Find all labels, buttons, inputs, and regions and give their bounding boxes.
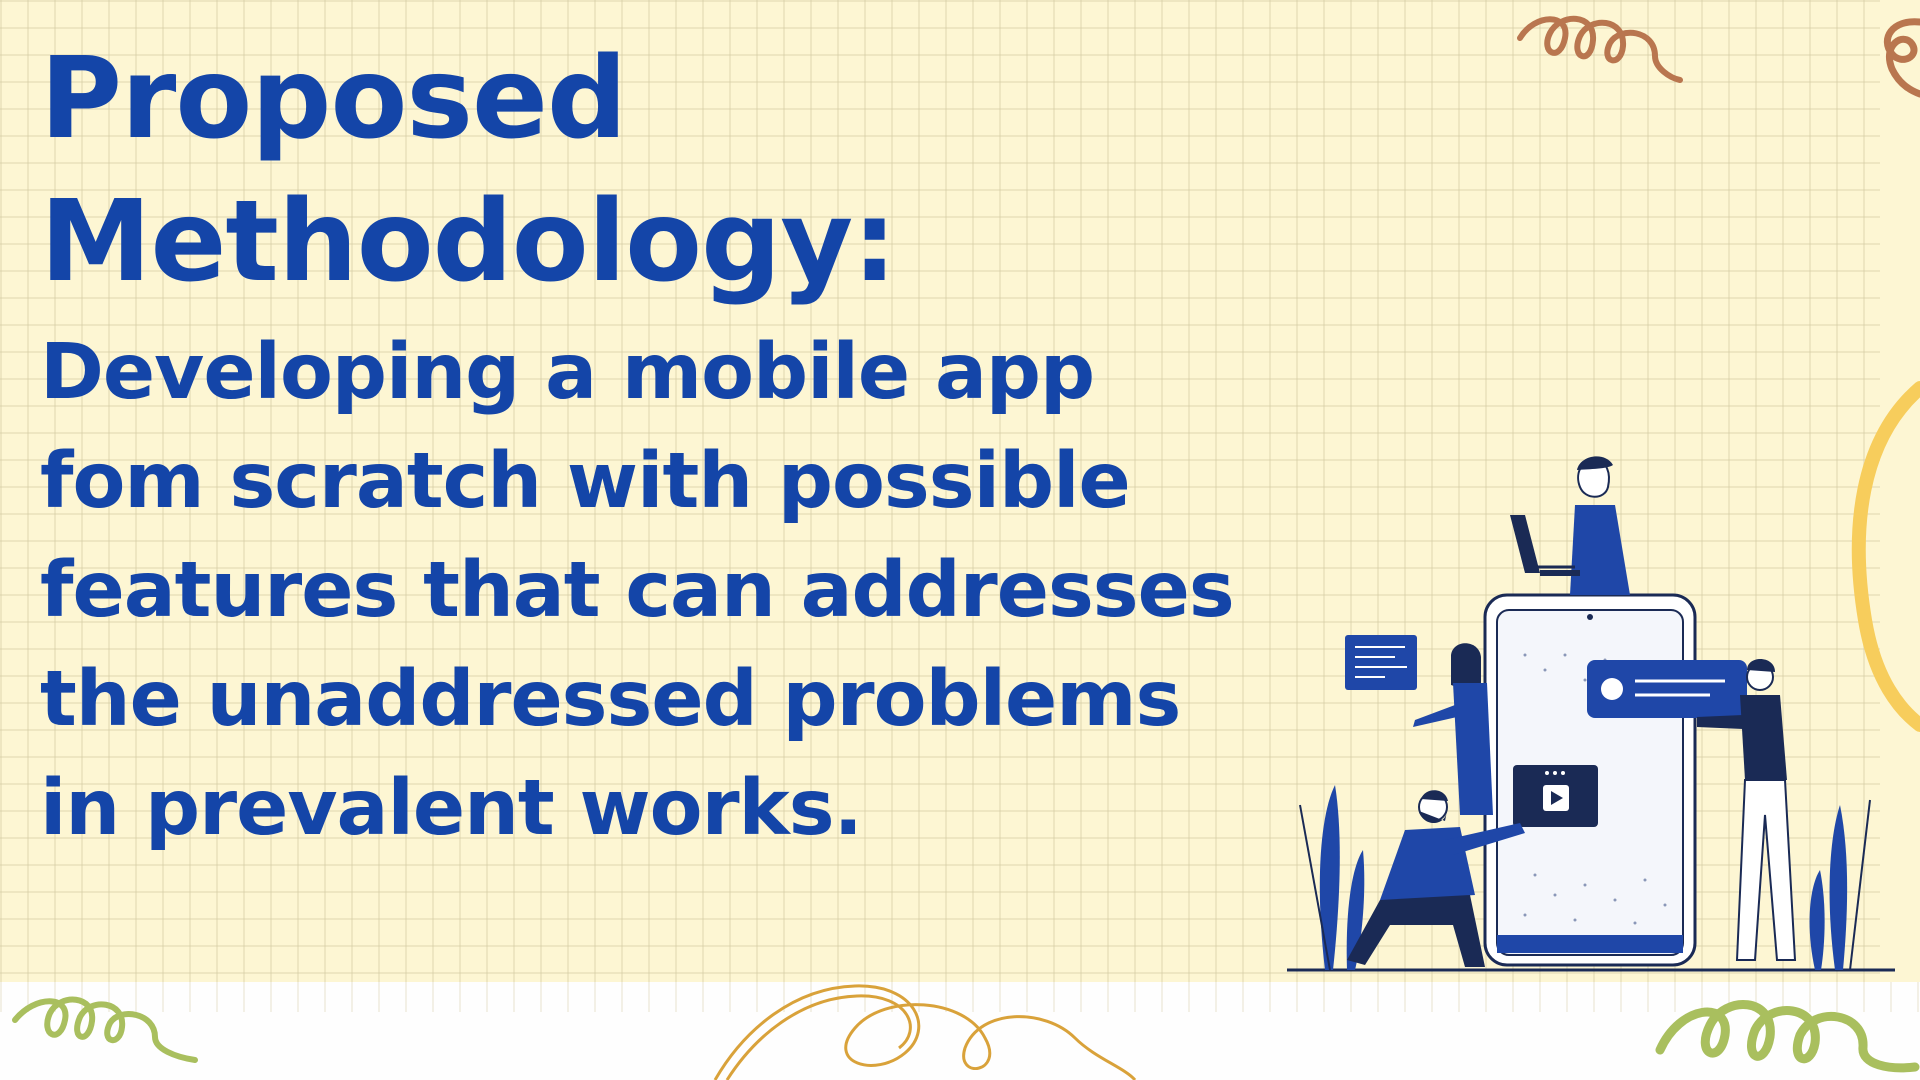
squiggle-bottom-left-green-icon	[12, 996, 198, 1063]
team-building-app-illustration	[1287, 456, 1895, 972]
subtitle-line-5: in prevalent works.	[40, 764, 863, 853]
subtitle-line-4: the unaddressed problems	[40, 655, 1181, 744]
subtitle-line-2: fom scratch with possible	[40, 437, 1131, 526]
person-holding-card-icon	[1413, 643, 1493, 815]
loops-bottom-orange-icon	[713, 984, 1137, 1080]
squiggle-bottom-right-green-icon	[1655, 1000, 1920, 1073]
squiggle-top-brown-icon	[1517, 15, 1683, 83]
title-line-1: Proposed	[40, 34, 627, 164]
plant-left-icon	[1299, 785, 1365, 971]
text-card-icon	[1345, 635, 1417, 690]
slide-subtitle: Developing a mobile app fom scratch with…	[40, 318, 1340, 863]
video-card-icon	[1513, 765, 1598, 827]
slide: Proposed Methodology: Developing a mobil…	[0, 0, 1920, 1080]
subtitle-line-1: Developing a mobile app	[40, 328, 1095, 417]
plant-right-icon	[1809, 799, 1871, 971]
message-card-icon	[1587, 660, 1747, 718]
squiggle-corner-brown-icon	[1883, 18, 1920, 98]
person-with-laptop-icon	[1510, 456, 1630, 595]
subtitle-line-3: features that can addresses	[40, 546, 1235, 635]
title-line-2: Methodology:	[40, 177, 897, 307]
slide-title: Proposed Methodology:	[40, 28, 897, 314]
